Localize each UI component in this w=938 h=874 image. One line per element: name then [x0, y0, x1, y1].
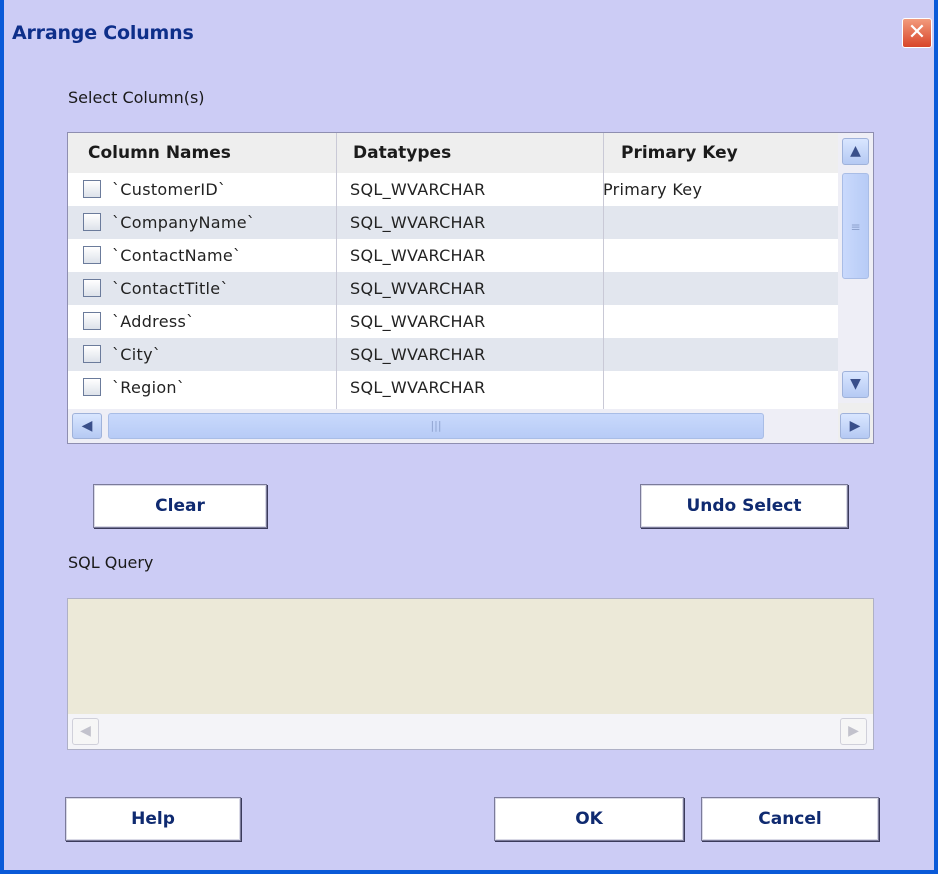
datatype-cell: SQL_WVARCHAR: [350, 312, 486, 331]
close-icon[interactable]: ✕: [902, 18, 932, 48]
cancel-button[interactable]: Cancel: [701, 797, 879, 841]
primary-key-cell: Primary Key: [603, 180, 703, 199]
sql-scroll-left-icon[interactable]: ◀: [72, 718, 99, 745]
datatype-cell: SQL_WVARCHAR: [350, 378, 486, 397]
header-datatypes[interactable]: Datatypes: [353, 133, 451, 173]
sql-scroll-right-icon[interactable]: ▶: [840, 718, 867, 745]
column-name-cell: `ContactTitle`: [112, 279, 229, 298]
table-row[interactable]: `ContactTitle` SQL_WVARCHAR: [68, 272, 838, 305]
title-bar[interactable]: Arrange Columns ✕: [4, 0, 934, 68]
undo-select-button[interactable]: Undo Select: [640, 484, 848, 528]
table-row[interactable]: `City` SQL_WVARCHAR: [68, 338, 838, 371]
row-checkbox[interactable]: [83, 345, 101, 363]
column-name-cell: `Address`: [112, 312, 195, 331]
scroll-left-icon[interactable]: ◀: [72, 413, 102, 439]
datatype-cell: SQL_WVARCHAR: [350, 279, 486, 298]
columns-grid: Column Names Datatypes Primary Key `Cust…: [67, 132, 874, 444]
header-primary-key[interactable]: Primary Key: [621, 133, 738, 173]
row-checkbox[interactable]: [83, 378, 101, 396]
select-columns-label: Select Column(s): [68, 88, 205, 107]
scrollbar-corner: ▶: [838, 403, 873, 443]
grid-header: Column Names Datatypes Primary Key: [68, 133, 838, 173]
column-name-cell: `City`: [112, 345, 162, 364]
scroll-down-icon[interactable]: ▼: [842, 371, 869, 398]
table-row[interactable]: `ContactName` SQL_WVARCHAR: [68, 239, 838, 272]
row-checkbox[interactable]: [83, 213, 101, 231]
vertical-scrollbar[interactable]: ▲ ≡ ▼: [838, 133, 873, 403]
datatype-cell: SQL_WVARCHAR: [350, 180, 486, 199]
datatype-cell: SQL_WVARCHAR: [350, 213, 486, 232]
row-checkbox[interactable]: [83, 312, 101, 330]
table-row[interactable]: `CompanyName` SQL_WVARCHAR: [68, 206, 838, 239]
column-divider[interactable]: [603, 133, 604, 409]
clear-button[interactable]: Clear: [93, 484, 267, 528]
column-name-cell: `CompanyName`: [112, 213, 256, 232]
sql-horizontal-scrollbar[interactable]: ◀ ▶: [68, 714, 873, 749]
table-row[interactable]: `CustomerID` SQL_WVARCHAR Primary Key: [68, 173, 838, 206]
column-name-cell: `CustomerID`: [112, 180, 227, 199]
horizontal-scrollbar[interactable]: ◀ |||: [68, 409, 838, 443]
column-name-cell: `ContactName`: [112, 246, 242, 265]
column-divider[interactable]: [336, 133, 337, 409]
datatype-cell: SQL_WVARCHAR: [350, 246, 486, 265]
sql-query-textarea[interactable]: ◀ ▶: [67, 598, 874, 750]
scroll-up-icon[interactable]: ▲: [842, 138, 869, 165]
dialog-title: Arrange Columns: [12, 22, 194, 44]
scroll-right-icon[interactable]: ▶: [840, 413, 870, 439]
help-button[interactable]: Help: [65, 797, 241, 841]
table-row[interactable]: `Region` SQL_WVARCHAR: [68, 371, 838, 404]
horizontal-scroll-thumb[interactable]: |||: [108, 413, 764, 439]
vertical-scroll-thumb[interactable]: ≡: [842, 173, 869, 279]
datatype-cell: SQL_WVARCHAR: [350, 345, 486, 364]
header-column-names[interactable]: Column Names: [88, 133, 231, 173]
column-name-cell: `Region`: [112, 378, 186, 397]
row-checkbox[interactable]: [83, 246, 101, 264]
sql-query-label: SQL Query: [68, 553, 154, 572]
table-row[interactable]: `Address` SQL_WVARCHAR: [68, 305, 838, 338]
ok-button[interactable]: OK: [494, 797, 684, 841]
arrange-columns-dialog: Arrange Columns ✕ Select Column(s) Colum…: [0, 0, 938, 874]
row-checkbox[interactable]: [83, 279, 101, 297]
row-checkbox[interactable]: [83, 180, 101, 198]
